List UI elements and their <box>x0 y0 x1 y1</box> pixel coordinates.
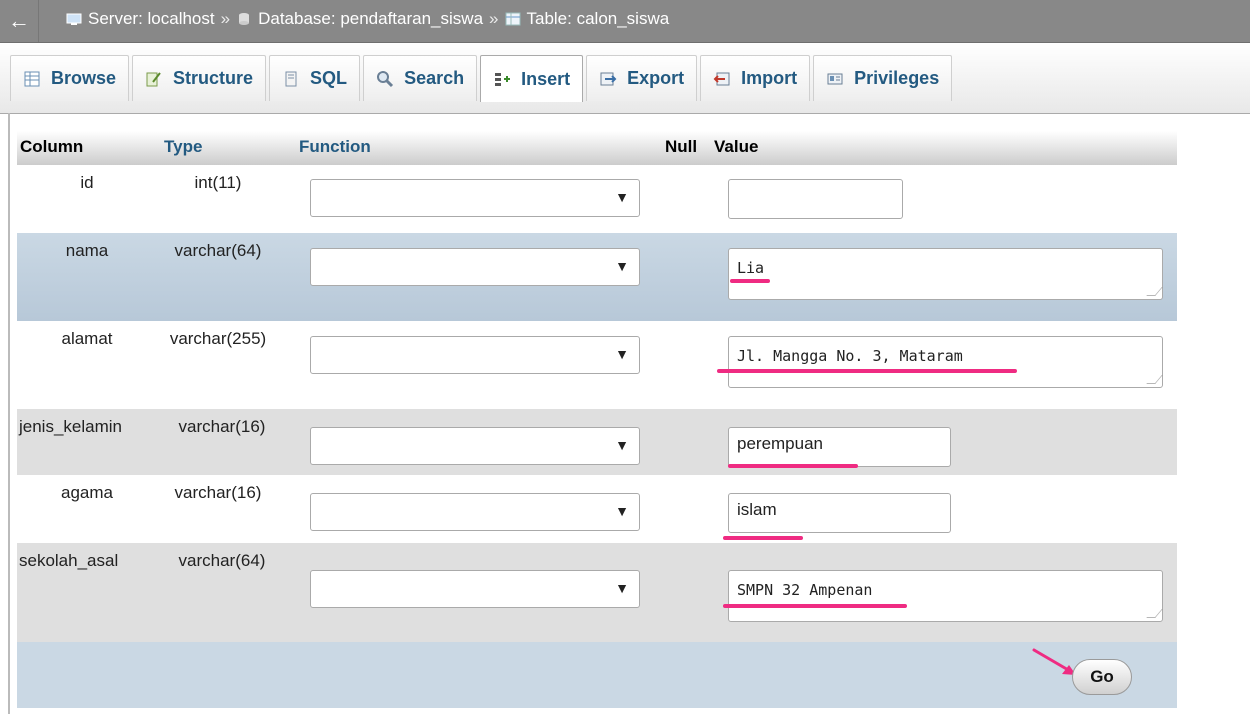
table-row: jenis_kelamin varchar(16) ▼ perempuan <box>17 409 1177 475</box>
insert-icon <box>495 73 511 86</box>
breadcrumb: ← Server: localhost » Database: pendafta… <box>0 0 1250 43</box>
tab-label: Export <box>627 68 685 88</box>
breadcrumb-database[interactable]: Database: pendaftaran_siswa <box>258 9 483 29</box>
column-name: nama <box>65 241 109 260</box>
resize-handle-icon[interactable] <box>1146 375 1163 384</box>
value-textarea[interactable]: SMPN 32 Ampenan <box>728 570 1163 622</box>
header-type: Type <box>164 137 203 156</box>
tab-export[interactable]: Export <box>586 55 698 101</box>
value-text: Lia <box>737 259 765 277</box>
value-input[interactable]: islam <box>728 493 951 533</box>
dropdown-arrow-icon: ▼ <box>615 189 629 205</box>
header-function: Function <box>299 137 371 156</box>
function-select[interactable]: ▼ <box>310 570 640 608</box>
sql-icon <box>285 71 297 86</box>
dropdown-arrow-icon: ▼ <box>615 346 629 362</box>
table-row: id int(11) ▼ <box>17 165 1177 233</box>
tab-privileges[interactable]: Privileges <box>813 55 953 101</box>
tab-label: Privileges <box>854 68 940 88</box>
tab-browse[interactable]: Browse <box>10 55 130 101</box>
database-icon <box>239 13 250 25</box>
tab-label: Structure <box>173 68 254 88</box>
column-type: int(11) <box>194 173 242 192</box>
tab-label: Insert <box>521 68 571 89</box>
value-text: SMPN 32 Ampenan <box>737 581 873 599</box>
value-text: Jl. Mangga No. 3, Mataram <box>737 347 963 365</box>
dropdown-arrow-icon: ▼ <box>615 580 629 596</box>
left-border <box>8 113 10 714</box>
table-row: agama varchar(16) ▼ islam <box>17 475 1177 543</box>
function-select[interactable]: ▼ <box>310 336 640 374</box>
dropdown-arrow-icon: ▼ <box>615 258 629 274</box>
value-input[interactable] <box>728 179 903 219</box>
tab-insert[interactable]: Insert <box>480 55 584 102</box>
search-icon <box>377 70 394 87</box>
back-arrow-icon[interactable]: ← <box>0 0 39 42</box>
dropdown-arrow-icon: ▼ <box>615 503 629 519</box>
tab-search[interactable]: Search <box>363 55 478 101</box>
breadcrumb-table[interactable]: Table: calon_siswa <box>527 9 670 29</box>
annotation-underline <box>717 369 1017 373</box>
header-null: Null <box>665 137 698 156</box>
tab-sql[interactable]: SQL <box>269 55 361 101</box>
column-type: varchar(64) <box>174 241 262 260</box>
column-name: alamat <box>61 329 113 348</box>
column-type: varchar(16) <box>178 417 266 436</box>
export-icon <box>600 72 617 85</box>
value-textarea[interactable]: Lia <box>728 248 1163 300</box>
annotation-underline <box>728 464 858 468</box>
table-icon <box>505 12 520 26</box>
resize-handle-icon[interactable] <box>1146 609 1163 618</box>
function-select[interactable]: ▼ <box>310 427 640 465</box>
column-type: varchar(16) <box>174 483 262 502</box>
tab-import[interactable]: Import <box>700 55 811 101</box>
annotation-underline <box>730 279 770 283</box>
tab-structure[interactable]: Structure <box>132 55 267 101</box>
tab-label: Import <box>741 68 798 88</box>
resize-handle-icon[interactable] <box>1146 287 1163 296</box>
table-row: sekolah_asal varchar(64) ▼ SMPN 32 Ampen… <box>17 543 1177 642</box>
privileges-icon <box>827 73 843 84</box>
value-textarea[interactable]: Jl. Mangga No. 3, Mataram <box>728 336 1163 388</box>
header-column: Column <box>20 137 84 156</box>
breadcrumb-separator: » <box>489 9 499 28</box>
table-row: alamat varchar(255) ▼ Jl. Mangga No. 3, … <box>17 321 1177 409</box>
column-type: varchar(64) <box>178 551 266 570</box>
annotation-underline <box>723 536 803 540</box>
server-icon <box>66 13 82 25</box>
value-input[interactable]: perempuan <box>728 427 951 467</box>
column-type: varchar(255) <box>169 329 267 348</box>
form-footer <box>17 642 1177 708</box>
column-name: jenis_kelamin <box>19 417 122 436</box>
dropdown-arrow-icon: ▼ <box>615 437 629 453</box>
structure-icon <box>146 71 161 86</box>
function-select[interactable]: ▼ <box>310 248 640 286</box>
tab-bar: Browse Structure SQL Search Insert Expor… <box>0 43 1250 114</box>
tab-label: Browse <box>51 68 117 88</box>
column-name: id <box>80 173 94 192</box>
function-select[interactable]: ▼ <box>310 493 640 531</box>
annotation-underline <box>723 604 907 608</box>
table-header: Column Type Function Null Value <box>17 131 1177 165</box>
import-icon <box>713 72 730 85</box>
browse-icon <box>24 71 40 86</box>
column-name: agama <box>61 483 113 502</box>
column-name: sekolah_asal <box>19 551 119 570</box>
breadcrumb-separator: » <box>220 9 231 28</box>
table-row: nama varchar(64) ▼ Lia <box>17 233 1177 321</box>
header-value: Value <box>714 137 759 156</box>
tab-label: SQL <box>310 68 348 88</box>
breadcrumb-server[interactable]: Server: localhost <box>88 9 215 29</box>
go-button[interactable]: Go <box>1072 659 1132 695</box>
tab-label: Search <box>404 68 465 88</box>
function-select[interactable]: ▼ <box>310 179 640 217</box>
